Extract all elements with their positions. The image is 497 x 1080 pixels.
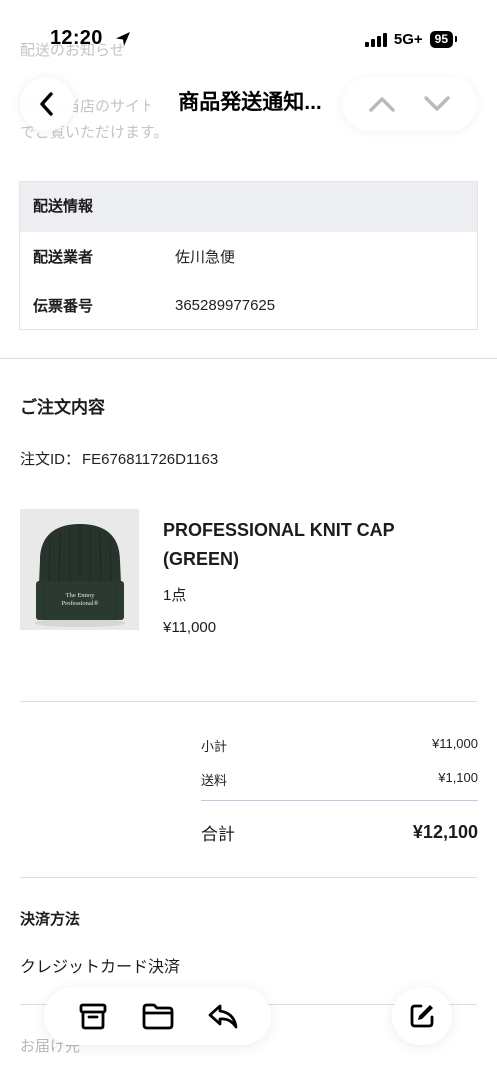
network-type: 5G+	[393, 31, 423, 48]
shipping-key: 伝票番号	[33, 298, 94, 315]
back-button[interactable]	[20, 77, 74, 131]
move-to-folder-button[interactable]	[138, 996, 178, 1036]
status-bar: 12:20 5G+ 95	[0, 0, 497, 70]
cap-embroidery-text: The Ennoy	[66, 592, 95, 599]
compose-icon	[410, 1004, 434, 1028]
total-label: 合計	[201, 825, 235, 844]
knit-cap-image: The Ennoy Professional®	[20, 509, 139, 630]
archive-button[interactable]	[73, 996, 113, 1036]
reply-icon	[208, 1004, 237, 1029]
previous-message-button[interactable]	[362, 84, 402, 124]
payment-method: クレジットカード決済	[20, 959, 181, 976]
total-row: 合計 ¥12,100	[201, 820, 478, 845]
subtotal-value: ¥11,000	[431, 736, 478, 751]
chevron-down-icon	[424, 96, 450, 111]
mail-action-toolbar	[44, 987, 271, 1045]
subtotal-label: 小計	[201, 739, 228, 754]
shipping-row-carrier: 配送業者 佐川急便	[20, 232, 477, 281]
message-navigation	[342, 77, 477, 131]
shipping-row-tracking: 伝票番号 365289977625	[20, 281, 477, 330]
shipping-fee-value: ¥1,100	[438, 770, 478, 785]
order-section-title: ご注文内容	[20, 398, 105, 417]
order-id-value: FE676811726D1163	[82, 451, 219, 468]
product-name-line: (GREEN)	[163, 549, 239, 569]
next-message-button[interactable]	[417, 84, 457, 124]
folder-icon	[142, 1003, 173, 1030]
product-quantity: 1点	[163, 587, 187, 604]
order-id-label: 注文ID：	[20, 451, 81, 468]
status-indicators: 5G+ 95	[364, 31, 458, 48]
payment-section-title: 決済方法	[20, 911, 81, 928]
archive-icon	[79, 1003, 106, 1030]
product-image[interactable]: The Ennoy Professional®	[20, 509, 139, 630]
order-id: 注文ID： FE676811726D1163	[20, 448, 218, 469]
section-divider	[20, 701, 477, 702]
shipping-value: 佐川急便	[175, 249, 236, 266]
email-subject-title: 商品発送通知...	[150, 86, 350, 120]
summary-divider	[201, 800, 478, 801]
shipping-key: 配送業者	[33, 249, 94, 266]
location-arrow-icon	[116, 32, 130, 46]
reply-button[interactable]	[203, 996, 243, 1036]
tracking-number[interactable]: 365289977625	[175, 297, 275, 314]
cellular-signal-icon	[364, 32, 387, 47]
product-price: ¥11,000	[163, 619, 217, 636]
chevron-left-icon	[40, 92, 53, 116]
shipping-info-table: 配送情報 配送業者 佐川急便 伝票番号 365289977625	[19, 181, 478, 330]
product-name-line: PROFESSIONAL KNIT CAP	[163, 520, 395, 540]
section-divider	[20, 877, 477, 878]
chevron-up-icon	[369, 97, 395, 112]
cap-embroidery-text: Professional®	[61, 600, 98, 607]
compose-button[interactable]	[392, 987, 452, 1045]
shipping-fee-label: 送料	[201, 773, 228, 788]
subtotal-row: 小計 ¥11,000	[201, 736, 478, 755]
product-name[interactable]: PROFESSIONAL KNIT CAP (GREEN)	[163, 516, 463, 574]
shipping-fee-row: 送料 ¥1,100	[201, 770, 478, 789]
shipping-info-header: 配送情報	[20, 182, 477, 232]
section-divider	[0, 358, 497, 359]
total-value: ¥12,100	[412, 822, 478, 842]
status-time: 12:20	[50, 27, 103, 49]
battery-level: 95	[429, 31, 458, 48]
